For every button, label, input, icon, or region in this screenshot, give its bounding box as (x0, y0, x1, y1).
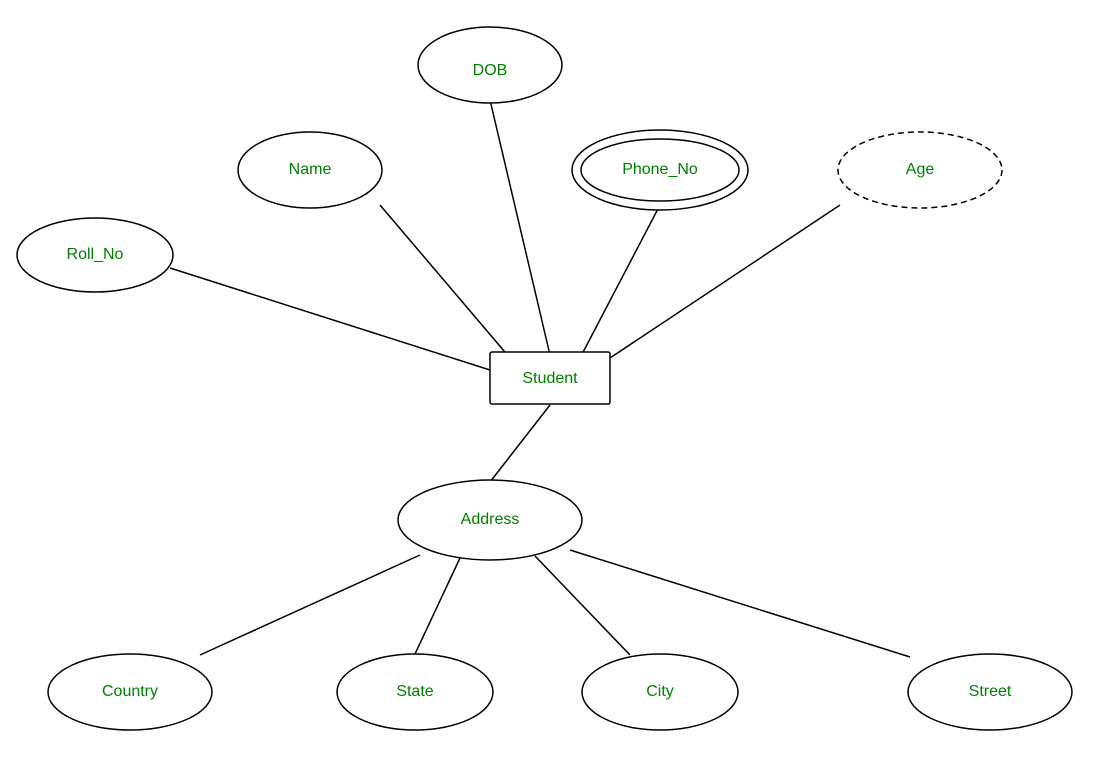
street-label: Street (969, 683, 1012, 700)
age-label: Age (906, 161, 935, 178)
line-address-city (535, 556, 630, 655)
line-student-phone (580, 205, 660, 358)
state-label: State (396, 683, 433, 700)
phone-label: Phone_No (622, 161, 698, 178)
line-address-state (415, 558, 460, 654)
line-address-street (570, 550, 910, 657)
line-student-rollno (170, 268, 490, 370)
dob-label: DOB (473, 62, 508, 79)
line-address-country (200, 555, 420, 655)
country-label: Country (102, 683, 158, 700)
name-label: Name (289, 161, 332, 178)
line-student-name (380, 205, 510, 358)
line-student-dob (490, 100, 550, 355)
line-student-address (490, 405, 550, 482)
city-label: City (646, 683, 674, 700)
rollno-label: Roll_No (67, 246, 124, 263)
student-label: Student (522, 370, 578, 387)
address-label: Address (461, 511, 520, 528)
line-student-age (610, 205, 840, 358)
